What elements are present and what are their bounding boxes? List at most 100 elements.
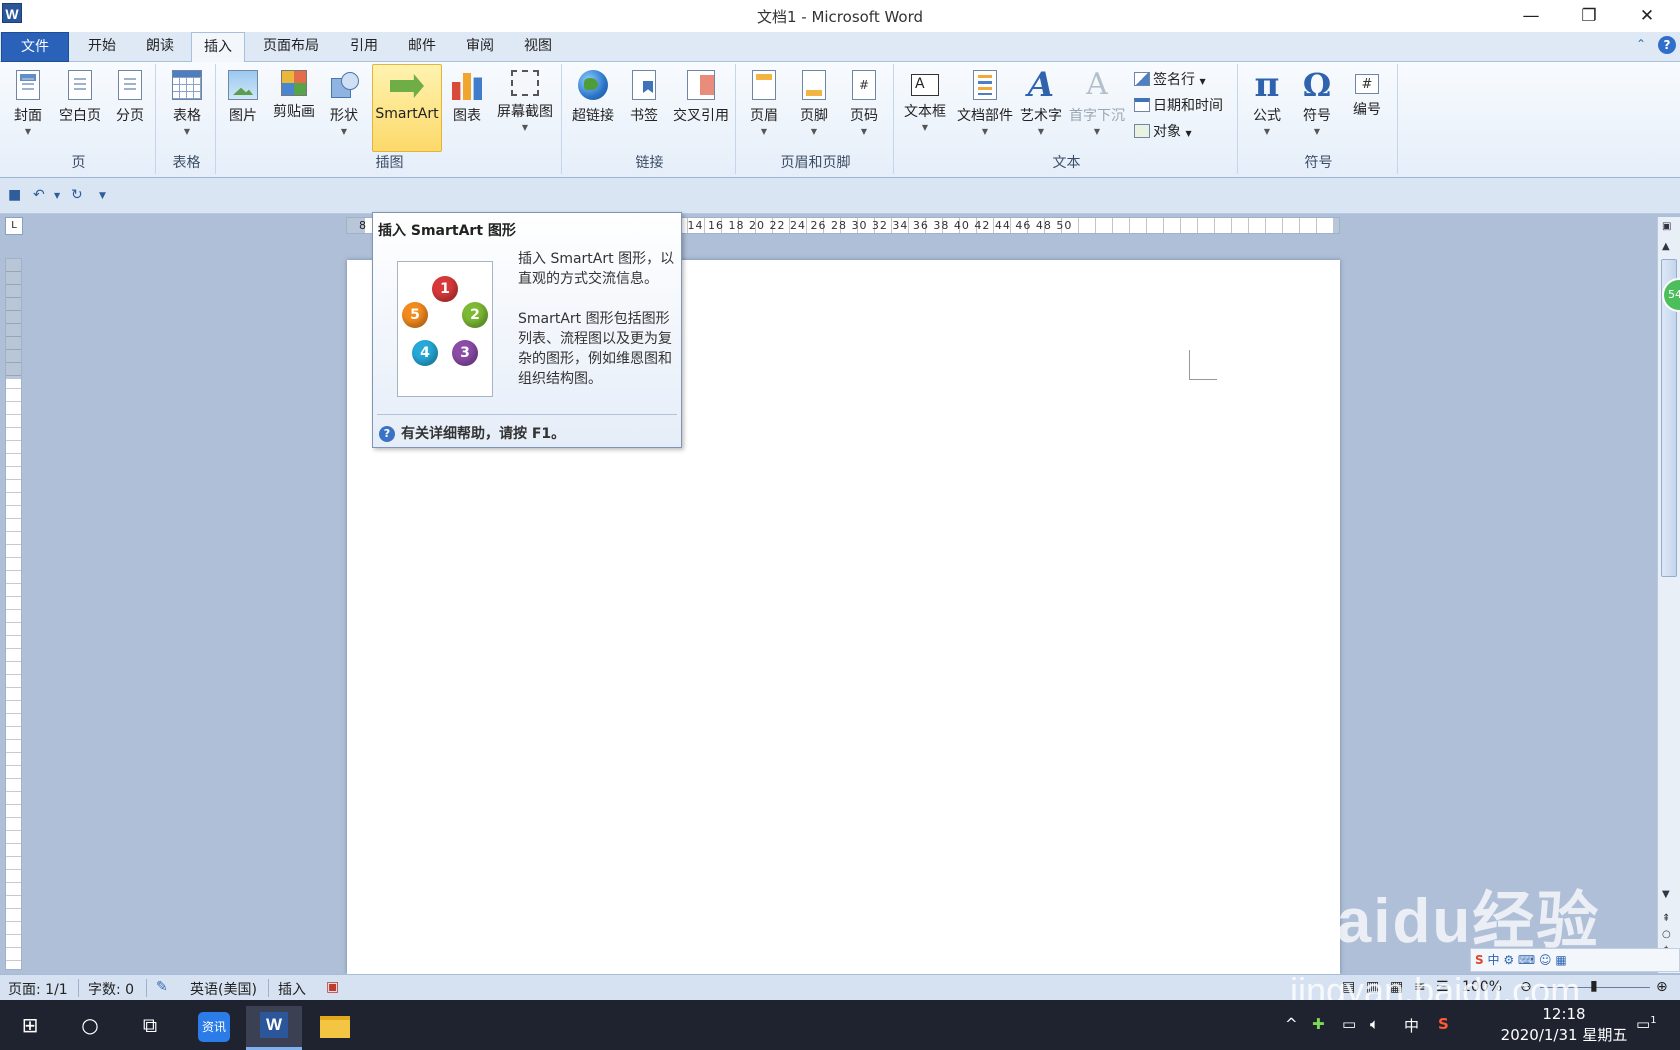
equation-button[interactable]: π 公式 ▼ (1244, 64, 1290, 152)
tray-expand-icon[interactable]: ^ (1285, 1015, 1298, 1033)
cycle-ball: 2 (462, 302, 488, 328)
security-app-icon[interactable]: ✚ (1312, 1015, 1325, 1033)
tab-page-layout[interactable]: 页面布局 (254, 32, 328, 62)
previous-page-icon[interactable]: ⇞ (1662, 913, 1670, 924)
calendar-icon (1134, 98, 1150, 112)
tab-mailings[interactable]: 邮件 (398, 32, 446, 62)
screenshot-button[interactable]: 屏幕截图 ▼ (492, 64, 558, 152)
vertical-ruler[interactable] (5, 258, 22, 970)
footer-button[interactable]: 页脚 ▼ (792, 64, 836, 152)
cover-page-button[interactable]: 封面 ▼ (6, 64, 50, 152)
dropdown-arrow-icon: ▼ (1263, 127, 1271, 136)
object-button[interactable]: 对象 ▼ (1134, 121, 1192, 145)
language-indicator[interactable]: 英语(美国) (190, 979, 257, 999)
group-label-illustrations: 插图 (375, 155, 404, 171)
page-number-button[interactable]: # 页码 ▼ (842, 64, 886, 152)
number-icon: # (1355, 74, 1379, 94)
shapes-button[interactable]: 形状 ▼ (324, 64, 364, 152)
task-view-icon[interactable]: ⧉ (122, 1000, 178, 1050)
ruler-toggle-icon[interactable]: ▣ (1662, 221, 1671, 232)
windows-taskbar: ⊞ ○ ⧉ 资讯 W ^ ✚ ▭ 🔈︎ 中 S 12:18 2020/1/31 … (0, 1000, 1680, 1050)
minimize-button[interactable]: — (1502, 0, 1560, 32)
browse-object-icon[interactable]: ○ (1662, 929, 1671, 940)
zoom-in-icon[interactable]: ⊕ (1656, 979, 1668, 995)
volume-icon[interactable]: 🔈︎ (1370, 1015, 1379, 1033)
tab-home[interactable]: 开始 (78, 32, 126, 62)
file-explorer-icon[interactable] (308, 1006, 364, 1050)
dropdown-arrow-icon: ▼ (1313, 127, 1321, 136)
group-illustrations: 图片 剪贴画 形状 ▼ SmartArt 图表 屏幕截图 ▼ 插图 (218, 64, 562, 174)
sogou-ime-toolbar[interactable]: S 中 ⚙ ⌨ ☺ ▦ (1470, 948, 1680, 972)
tab-file[interactable]: 文件 (1, 32, 69, 62)
dropdown-arrow-icon: ▼ (921, 123, 929, 132)
chart-button[interactable]: 图表 (446, 64, 488, 152)
date-time-button[interactable]: 日期和时间 (1134, 95, 1223, 119)
tab-references[interactable]: 引用 (340, 32, 388, 62)
drop-cap-button[interactable]: A 首字下沉 ▼ (1066, 64, 1128, 152)
footer-icon (802, 70, 826, 100)
tab-read-aloud[interactable]: 朗读 (136, 32, 184, 62)
baidu-watermark: Baidu经验 (1290, 887, 1601, 956)
smartart-icon (390, 74, 424, 98)
tab-review[interactable]: 审阅 (456, 32, 504, 62)
signature-line-icon (1134, 72, 1150, 86)
group-label-header-footer: 页眉和页脚 (780, 155, 851, 171)
smartart-button[interactable]: SmartArt (372, 64, 442, 152)
sogou-tray-icon[interactable]: S (1438, 1015, 1449, 1033)
action-center-icon[interactable]: ▭1 (1636, 1015, 1657, 1033)
tooltip-help: ? 有关详细帮助，请按 F1。 (379, 423, 565, 443)
symbol-button[interactable]: Ω 符号 ▼ (1294, 64, 1340, 152)
help-icon: ? (379, 426, 395, 442)
numbering-button[interactable]: # 编号 (1344, 64, 1390, 152)
textbox-button[interactable]: A 文本框 ▼ (898, 64, 952, 152)
group-header-footer: 页眉 ▼ 页脚 ▼ # 页码 ▼ 页眉和页脚 (738, 64, 894, 174)
network-icon[interactable]: ▭ (1342, 1015, 1356, 1033)
group-text: A 文本框 ▼ 文档部件 ▼ A 艺术字 ▼ A 首字下沉 ▼ 签名行 ▼ 日期… (896, 64, 1238, 174)
cortana-search-icon[interactable]: ○ (62, 1000, 118, 1050)
undo-dropdown-icon[interactable]: ▼ (54, 191, 60, 200)
page-break-button[interactable]: 分页 (110, 64, 150, 152)
proofing-icon[interactable]: ✎ (156, 979, 168, 995)
dropdown-arrow-icon: ▼ (1093, 127, 1101, 136)
quick-parts-button[interactable]: 文档部件 ▼ (954, 64, 1016, 152)
news-app-icon[interactable]: 资讯 (186, 1006, 242, 1050)
dropdown-arrow-icon: ▼ (981, 127, 989, 136)
minimize-ribbon-icon[interactable]: ⌃ (1636, 37, 1646, 51)
windows-start-icon[interactable]: ⊞ (2, 1000, 58, 1050)
ruler-right-margin (1333, 218, 1339, 233)
scroll-down-icon[interactable]: ▼ (1662, 889, 1670, 900)
ruler-numbers: 12 14 16 18 20 22 24 26 28 30 32 34 36 3… (667, 219, 1073, 232)
vertical-scrollbar[interactable]: ▣ ▲ ▼ ⇞ ○ ⇟ (1657, 217, 1680, 973)
page-count[interactable]: 页面: 1/1 (8, 979, 68, 999)
clock[interactable]: 12:18 2020/1/31 星期五 (1500, 1004, 1628, 1046)
close-button[interactable]: ✕ (1618, 0, 1676, 32)
hyperlink-button[interactable]: 超链接 (566, 64, 620, 152)
table-button[interactable]: 表格 ▼ (164, 64, 210, 152)
restore-button[interactable]: ❐ (1560, 0, 1618, 32)
help-icon[interactable]: ? (1658, 36, 1676, 54)
save-icon[interactable]: ■ (8, 187, 21, 203)
blank-page-button[interactable]: 空白页 (54, 64, 106, 152)
input-language[interactable]: 中 (1404, 1015, 1419, 1036)
clipart-button[interactable]: 剪贴画 (268, 64, 320, 152)
tab-view[interactable]: 视图 (514, 32, 562, 62)
bookmark-button[interactable]: 书签 (624, 64, 664, 152)
zoom-slider-thumb[interactable]: ▮ (1590, 978, 1598, 994)
signature-line-button[interactable]: 签名行 ▼ (1134, 69, 1206, 93)
word-count[interactable]: 字数: 0 (88, 979, 134, 999)
undo-icon[interactable]: ↶ (33, 187, 45, 203)
scroll-up-icon[interactable]: ▲ (1662, 241, 1670, 252)
word-taskbar-icon[interactable]: W (246, 1006, 302, 1050)
macro-record-icon[interactable]: ▣ (326, 979, 339, 995)
tab-selector-icon[interactable]: L (5, 217, 23, 235)
dropdown-arrow-icon: ▼ (183, 127, 191, 136)
customize-toolbar-icon[interactable]: ▼ (99, 191, 106, 201)
picture-button[interactable]: 图片 (222, 64, 264, 152)
ruler-number: 8 (359, 219, 366, 232)
tab-insert[interactable]: 插入 (191, 32, 245, 63)
header-button[interactable]: 页眉 ▼ (742, 64, 786, 152)
cross-reference-button[interactable]: 交叉引用 (668, 64, 734, 152)
insert-mode[interactable]: 插入 (278, 979, 306, 999)
wordart-button[interactable]: A 艺术字 ▼ (1016, 64, 1066, 152)
redo-icon[interactable]: ↻ (71, 187, 83, 203)
